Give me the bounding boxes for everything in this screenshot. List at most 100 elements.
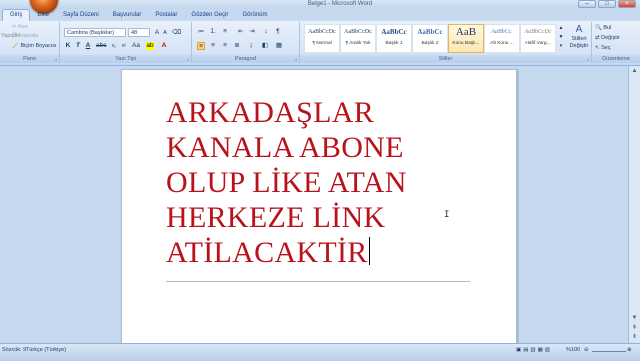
language-indicator[interactable]: Türkçe (Türkiye) [26, 347, 66, 353]
document-page[interactable]: ARKADAŞLAR KANALA ABONE OLUP LİKE ATAN H… [121, 69, 517, 345]
editing-group-label: Düzenleme [592, 55, 640, 63]
clipboard-group: Yapıştır ✂ Kes ❐ Kopyala 🖌 Biçim Boyacıs… [0, 22, 60, 63]
line-spacing-icon[interactable]: ↨ [247, 42, 255, 50]
select-button[interactable]: ↖ Seç [595, 44, 611, 53]
style-heading-2-name: Başlık 2 [421, 41, 439, 46]
style-normal[interactable]: AaBbCcDc ¶ Normal [304, 24, 340, 53]
style-heading-2[interactable]: AaBbCc Başlık 2 [412, 24, 448, 53]
document-text[interactable]: ARKADAŞLAR KANALA ABONE OLUP LİKE ATAN H… [166, 95, 407, 270]
align-right-icon[interactable]: ≡ [221, 42, 229, 50]
minimize-button[interactable]: – [578, 0, 596, 8]
paragraph-launcher-icon[interactable]: ⌟ [295, 56, 297, 62]
style-no-spacing-name: ¶ Aralık Yok [345, 41, 371, 46]
style-subtitle-name: Alt Konu ... [490, 41, 514, 46]
highlight-icon[interactable]: ab [146, 42, 154, 50]
binoculars-icon: 🔍 [595, 25, 602, 31]
styles-scroll-up-icon[interactable]: ▲ [557, 24, 565, 32]
numbering-icon[interactable]: ⒈ [209, 28, 217, 36]
font-group: Cambria (Başlıklar) 48 A A ⌫ K T A abc x… [60, 22, 192, 63]
tab-view[interactable]: Görünüm [235, 10, 274, 21]
subscript-icon[interactable]: x₂ [110, 42, 118, 50]
align-left-icon[interactable]: ≡ [197, 42, 205, 50]
style-heading-1[interactable]: AaBbCc Başlık 1 [376, 24, 412, 53]
close-button[interactable]: × [618, 0, 636, 8]
view-buttons[interactable]: ▣▤▥▦▧ [516, 347, 552, 353]
style-title-name: Konu Başlı... [452, 41, 480, 46]
replace-button[interactable]: ⇄ Değiştir [595, 34, 620, 43]
styles-scroll-down-icon[interactable]: ▼ [557, 33, 565, 41]
change-styles-button[interactable]: A Stilleri Değiştir [568, 24, 590, 54]
tab-page-layout[interactable]: Sayfa Düzeni [56, 10, 106, 21]
underline-icon[interactable]: A [84, 42, 92, 50]
scroll-up-icon[interactable]: ▲ [630, 67, 639, 76]
next-page-icon[interactable]: ⇟ [630, 333, 639, 342]
multilevel-list-icon[interactable]: ≡ [221, 28, 229, 36]
decrease-indent-icon[interactable]: ⇤ [237, 28, 245, 36]
ibeam-cursor-icon: I [444, 210, 450, 220]
bullets-icon[interactable]: ≔ [197, 28, 205, 36]
scroll-down-icon[interactable]: ▼ [630, 314, 639, 323]
tab-insert[interactable]: Ekle [30, 10, 56, 21]
style-no-spacing[interactable]: AaBbCcDc ¶ Aralık Yok [340, 24, 376, 53]
clipboard-launcher-icon[interactable]: ⌟ [55, 56, 57, 62]
status-bar: Sözcük: 9 Türkçe (Türkiye) ▣▤▥▦▧ %100 ⊖ … [0, 343, 640, 361]
editing-group: 🔍 Bul ⇄ Değiştir ↖ Seç Düzenleme [592, 22, 640, 63]
font-name-box[interactable]: Cambria (Başlıklar) [64, 28, 126, 37]
styles-launcher-icon[interactable]: ⌟ [587, 56, 589, 62]
shrink-font-icon[interactable]: A [161, 29, 169, 37]
increase-indent-icon[interactable]: ⇥ [248, 28, 256, 36]
align-center-icon[interactable]: ≡ [209, 42, 217, 50]
superscript-icon[interactable]: x² [120, 42, 128, 50]
document-workspace: ARKADAŞLAR KANALA ABONE OLUP LİKE ATAN H… [0, 66, 640, 345]
style-normal-sample: AaBbCcDc [308, 29, 336, 35]
style-subtle-emphasis[interactable]: AaBbCcDc Hafif Vurg... [520, 24, 556, 53]
bold-icon[interactable]: K [64, 42, 72, 50]
show-marks-icon[interactable]: ¶ [274, 28, 282, 36]
word-count[interactable]: Sözcük: 9 [2, 347, 26, 353]
font-group-label: Yazı Tipi [60, 55, 191, 63]
paragraph-group: ≔ ⒈ ≡ ⇤ ⇥ ↕ ¶ ≡ ≡ ≡ ≣ ↨ ◧ ▦ Paragraf ⌟ [192, 22, 300, 63]
style-subtitle[interactable]: AaBbCc. Alt Konu ... [484, 24, 520, 53]
copy-icon: ❐ [12, 33, 17, 39]
select-icon: ↖ [595, 45, 600, 51]
sort-icon[interactable]: ↕ [262, 28, 270, 36]
clear-format-icon[interactable]: ⌫ [172, 29, 181, 37]
font-size-box[interactable]: 48 [128, 28, 150, 37]
styles-group: AaBbCcDc ¶ Normal AaBbCcDc ¶ Aralık Yok … [300, 22, 592, 63]
zoom-in-icon[interactable]: ⊕ [627, 347, 632, 353]
tab-mailings[interactable]: Postalar [148, 10, 184, 21]
copy-button[interactable]: ❐ Kopyala [12, 32, 38, 41]
style-title-sample: AaB [455, 26, 477, 38]
scissors-icon: ✂ [12, 24, 17, 30]
find-label: Bul [603, 25, 612, 31]
replace-icon: ⇄ [595, 35, 600, 41]
zoom-out-icon[interactable]: ⊖ [584, 347, 589, 353]
cut-label: Kes [18, 24, 28, 30]
tab-home[interactable]: Giriş [2, 9, 31, 21]
change-styles-label: Stilleri Değiştir [569, 36, 589, 49]
style-title[interactable]: AaB Konu Başlı... [448, 24, 484, 53]
format-painter-button[interactable]: 🖌 Biçim Boyacısı [12, 42, 57, 51]
styles-more-icon[interactable]: ▾ [557, 42, 565, 50]
text-caret [368, 237, 370, 265]
font-launcher-icon[interactable]: ⌟ [187, 56, 189, 62]
change-case-icon[interactable]: Aa [132, 42, 140, 50]
zoom-level[interactable]: %100 [566, 347, 580, 353]
tab-references[interactable]: Başvurular [106, 10, 149, 21]
italic-icon[interactable]: T [74, 42, 82, 50]
borders-icon[interactable]: ▦ [275, 42, 283, 50]
vertical-scrollbar[interactable]: ▲ ▼ ⇞ ⇟ [628, 66, 640, 343]
justify-icon[interactable]: ≣ [233, 42, 241, 50]
previous-page-icon[interactable]: ⇞ [630, 324, 639, 333]
strikethrough-icon[interactable]: abc [96, 42, 106, 50]
zoom-slider[interactable] [592, 351, 626, 352]
tab-review[interactable]: Gözden Geçir [184, 10, 235, 21]
style-subtle-emphasis-sample: AaBbCcDc [524, 29, 552, 35]
font-color-icon[interactable]: A [160, 42, 168, 50]
shading-icon[interactable]: ◧ [261, 42, 269, 50]
find-button[interactable]: 🔍 Bul [595, 24, 611, 33]
cut-button[interactable]: ✂ Kes [12, 23, 28, 32]
style-heading-1-sample: AaBbCc [381, 28, 407, 36]
grow-font-icon[interactable]: A [153, 29, 161, 37]
maximize-button[interactable]: □ [598, 0, 616, 8]
